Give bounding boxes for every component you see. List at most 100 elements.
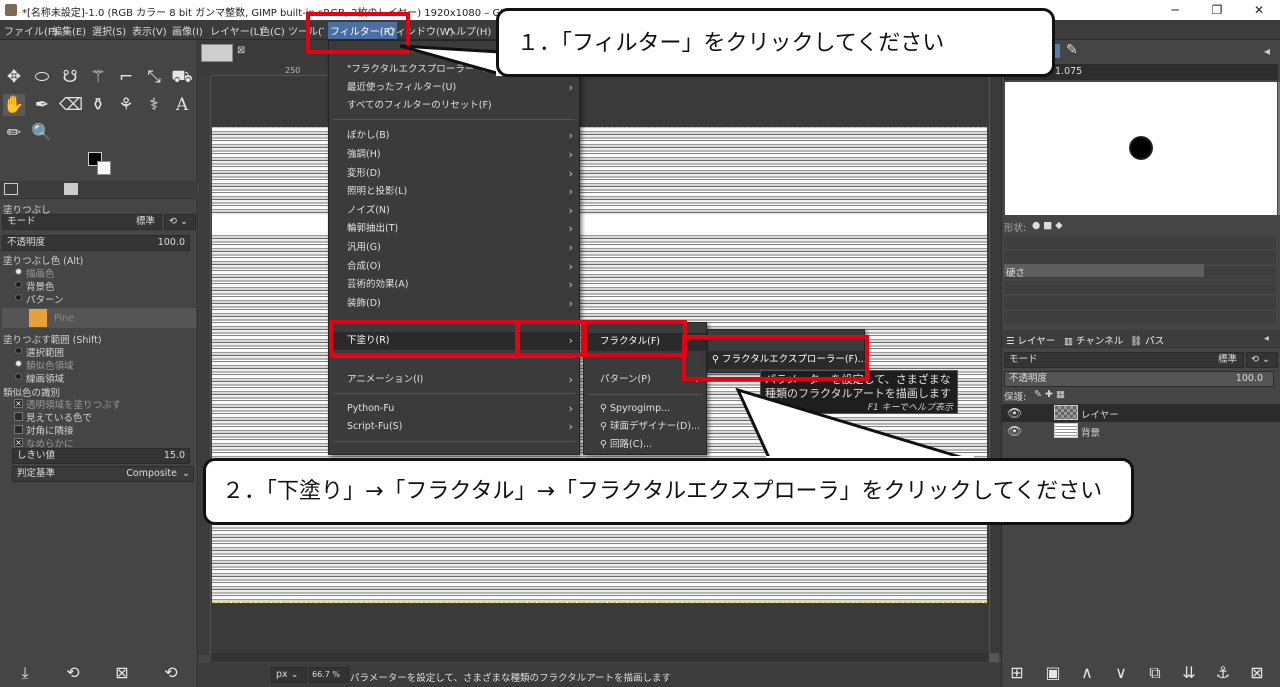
paintbrush-tab-icon[interactable]: ✎ [1066,42,1078,58]
eraser-icon[interactable]: ⌫ [59,94,83,116]
mode-reset-button[interactable]: ⟲ ⌄ [164,214,196,230]
render-submenu-item-sphere-designer[interactable]: ⚲ 球面デザイナー(D)... [584,418,706,436]
filters-menu-item-decor[interactable]: 装飾(D) › [329,295,579,313]
path-icon[interactable]: ⚕ [143,94,165,116]
minimize-button[interactable]: ─ [1154,0,1196,20]
vertical-scrollbar[interactable] [989,76,999,655]
filters-menu-item-reset[interactable]: すべてのフィルターのリセット(F) [329,97,579,115]
bucket-fill-icon[interactable]: ✋ [3,94,25,116]
area-selection-radio[interactable] [15,347,22,354]
free-select-icon[interactable]: ☋ [59,66,81,88]
crop-icon[interactable]: ⌐ [115,66,137,88]
criterion-select[interactable]: 判定基準 Composite ⌄ [12,466,194,482]
menu-file[interactable]: ファイル(F) [4,23,58,38]
filters-menu-item-script-fu[interactable]: Script-Fu(S) › [329,418,579,436]
menu-view[interactable]: 表示(V) [132,23,167,38]
render-submenu-item-pattern[interactable]: パターン(P) › [584,371,706,389]
area-similar-radio[interactable] [15,360,22,367]
filters-menu-item-render[interactable]: 下塗り(R) › [329,332,579,350]
tab-paths[interactable]: ⛓ パス [1130,333,1164,347]
layer-mode-reset[interactable]: ⟲ ⌄ [1246,352,1278,368]
filters-menu-item-distorts[interactable]: 変形(D) › [329,165,579,183]
tab-layers[interactable]: ☰ レイヤー [1006,333,1055,347]
fill-pattern-radio[interactable] [15,294,22,301]
menu-colors[interactable]: 色(C) [260,23,285,38]
delete-layer-icon[interactable]: ⊠ [1246,662,1268,684]
close-tab-icon[interactable]: ⊠ [237,45,245,56]
text-icon[interactable]: A [171,94,193,116]
fill-transparent-checkbox[interactable]: × [14,399,23,408]
filters-menu-item-blur[interactable]: ぼかし(B) › [329,127,579,145]
paintbrush-icon[interactable]: ✒ [31,94,53,116]
clone-icon[interactable]: ⚱ [87,94,109,116]
smudge-icon[interactable]: ⚘ [115,94,137,116]
images-tab-icon[interactable] [64,183,78,195]
menu-image[interactable]: 画像(I) [172,23,203,38]
filters-menu-item-noise[interactable]: ノイズ(N) › [329,202,579,220]
duplicate-layer-icon[interactable]: ⧉ [1144,662,1166,684]
layer-mode-select[interactable]: モード 標準 [1004,352,1244,368]
image-tab-thumbnail[interactable] [201,44,233,62]
warp-icon[interactable]: ⛟ [171,66,193,88]
filters-menu-item-generic[interactable]: 汎用(G) › [329,239,579,257]
horizontal-scrollbar[interactable] [211,653,989,662]
filters-menu-item-artistic[interactable]: 芸術的効果(A) › [329,276,579,294]
shape-buttons[interactable]: ● ■ ◆ [1032,220,1063,231]
antialias-checkbox[interactable]: × [14,438,23,447]
visibility-eye-icon[interactable]: 👁 [1007,406,1022,420]
opacity-slider[interactable]: 不透明度 100.0 [2,235,190,251]
raise-layer-icon[interactable]: ∧ [1076,662,1098,684]
visibility-eye-icon[interactable]: 👁 [1007,424,1022,438]
filters-menu-item-animation[interactable]: アニメーション(I) › [329,371,579,389]
sample-merged-checkbox[interactable] [14,412,23,421]
fill-fg-radio[interactable] [15,268,22,275]
fractal-submenu-item-fractal-explorer[interactable]: ⚲ フラクタルエクスプローラー(F)... [708,351,867,369]
brush-params[interactable] [1004,236,1276,324]
filters-menu-item-combine[interactable]: 合成(O) › [329,258,579,276]
save-options-icon[interactable]: ⤓ [14,662,36,684]
diagonal-neighbors-checkbox[interactable] [14,425,23,434]
new-layer-icon[interactable]: ⊞ [1006,662,1028,684]
menu-tools[interactable]: ツール(T) [288,23,324,38]
render-submenu-item-fractal[interactable]: フラクタル(F) [584,333,706,351]
merge-layer-icon[interactable]: ⇊ [1178,662,1200,684]
filters-menu-item-edge-detect[interactable]: 輪郭抽出(T) › [329,220,579,238]
delete-options-icon[interactable]: ⊠ [111,662,133,684]
color-picker-icon[interactable]: ✏ [3,122,25,144]
close-button[interactable]: ✕ [1238,0,1280,20]
restore-options-icon[interactable]: ⟲ [62,662,84,684]
move-icon[interactable]: ✥ [3,66,25,88]
menu-layer[interactable]: レイヤー(L) [210,23,263,38]
menu-windows[interactable]: ウィンドウ(W) [386,23,454,38]
lower-layer-icon[interactable]: ∨ [1110,662,1132,684]
menu-select[interactable]: 選択(S) [92,23,126,38]
area-lineart-radio[interactable] [15,373,22,380]
navigate-icon[interactable] [989,653,999,662]
brush-preview[interactable] [1005,82,1277,215]
anchor-layer-icon[interactable]: ⚓ [1212,662,1234,684]
new-layer-group-icon[interactable]: ▣ [1042,662,1064,684]
filters-menu-item-enhance[interactable]: 強調(H) › [329,146,579,164]
render-submenu-item-circuit[interactable]: ⚲ 回路(C)... [584,436,706,454]
filters-menu-item-light-shadow[interactable]: 照明と投影(L) › [329,183,579,201]
layer-row-layer[interactable]: 👁 レイヤー [1002,404,1280,422]
filters-menu-item-python-fu[interactable]: Python-Fu › [329,400,579,418]
tab-channels[interactable]: ▥ チャンネル [1064,333,1123,347]
zoom-select[interactable]: 66.7 % [309,667,349,683]
zoom-icon[interactable]: 🔍 [31,122,53,144]
unit-select[interactable]: px ⌄ [271,667,307,683]
render-submenu-item-spyrogimp[interactable]: ⚲ Spyrogimp... [584,400,706,418]
menu-help[interactable]: ヘルプ(H) [446,23,491,38]
lock-buttons[interactable]: ✎ ✚ ▦ [1034,389,1065,400]
tool-options-tab-icon[interactable] [4,183,18,195]
ellipse-select-icon[interactable]: ⬭ [31,66,53,88]
fill-bg-radio[interactable] [15,281,22,288]
layers-panel-menu-icon[interactable]: ◂ [1264,333,1269,344]
menu-edit[interactable]: 編集(E) [52,23,86,38]
filters-menu-item-recent[interactable]: 最近使ったフィルター(U) › [329,79,579,97]
maximize-button[interactable]: ❐ [1196,0,1238,20]
panel-menu-icon[interactable]: ◂ [1264,44,1270,58]
layer-row-background[interactable]: 👁 背景 [1002,422,1280,440]
threshold-slider[interactable]: しきい値 15.0 [12,448,190,464]
layer-opacity-slider[interactable]: 不透明度 100.0 [1004,371,1274,387]
